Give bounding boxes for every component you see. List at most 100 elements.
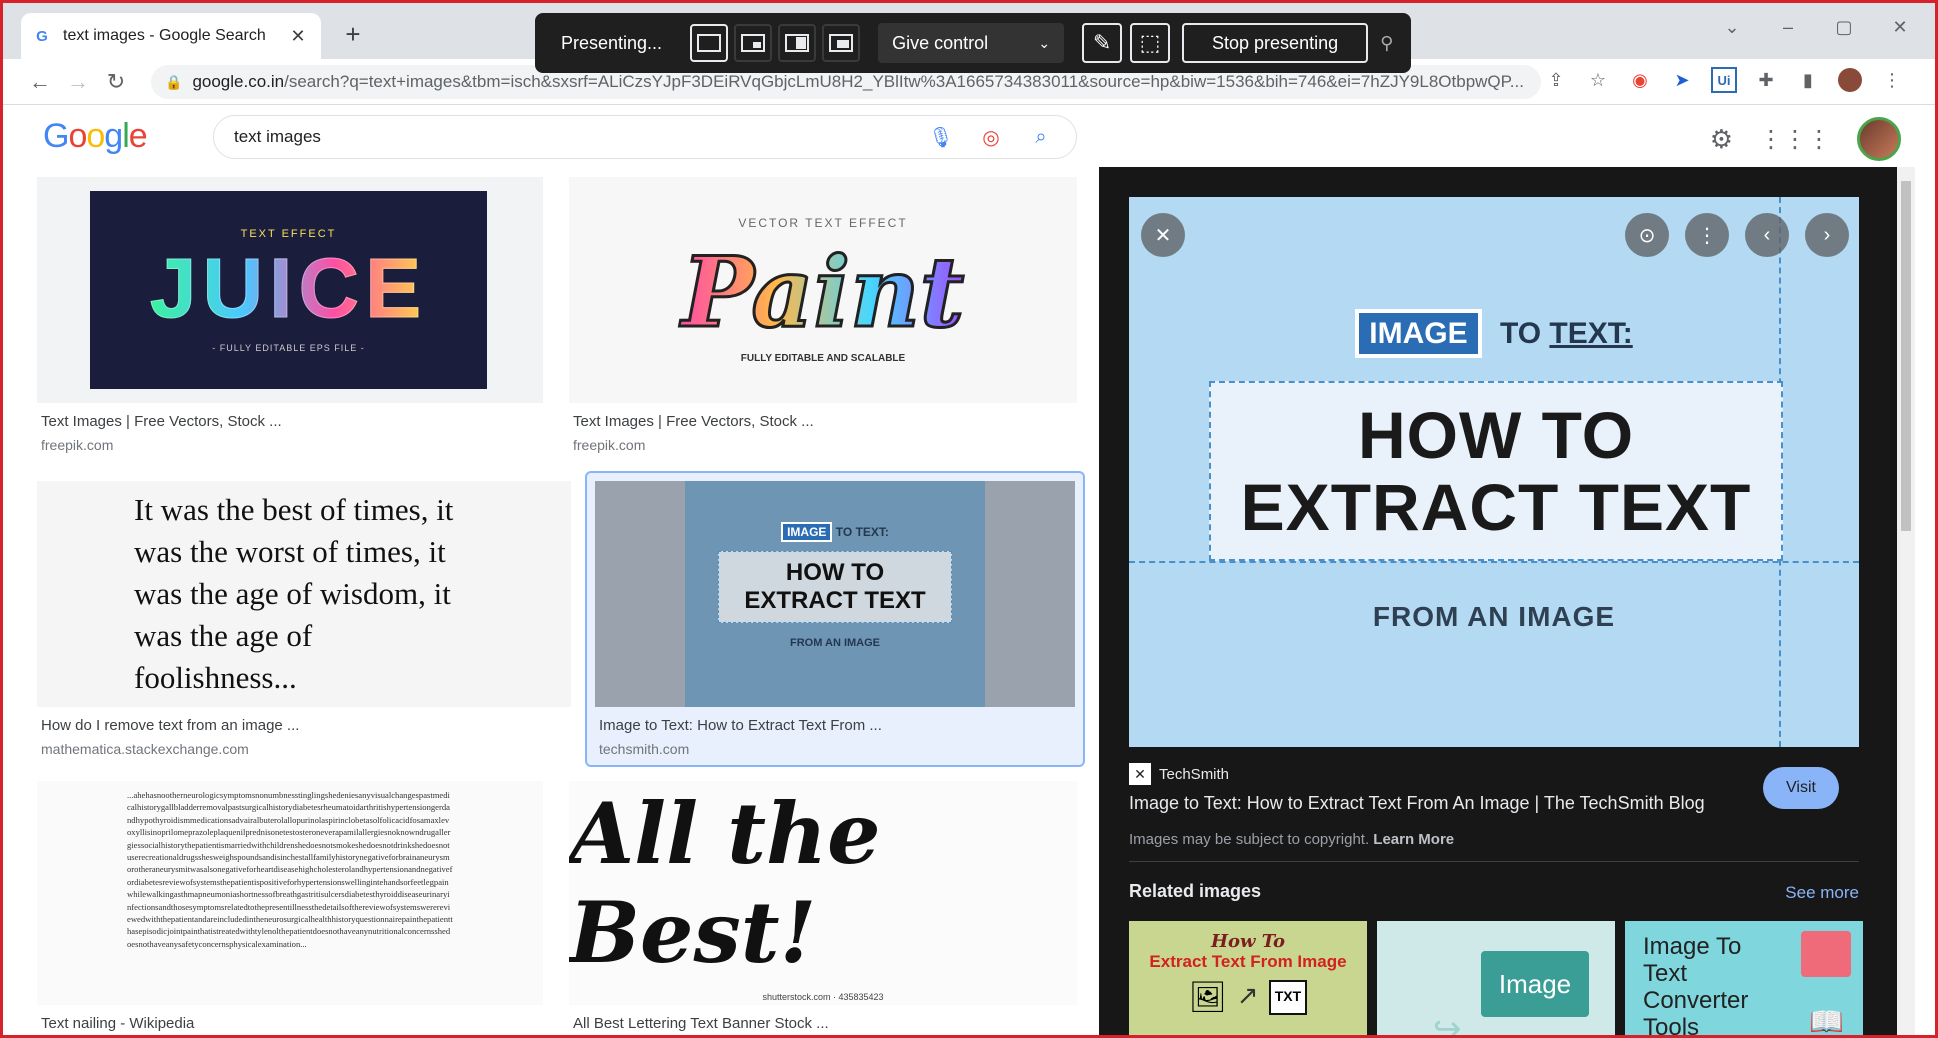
browser-menu-icon[interactable]: ⋮ bbox=[1879, 67, 1905, 93]
result-source[interactable]: mathematica.stackexchange.com bbox=[41, 741, 249, 757]
related-line-1: How To bbox=[1210, 931, 1286, 952]
stop-cursor-share-icon[interactable]: ⬚ bbox=[1130, 23, 1171, 63]
search-box[interactable]: text images 🎙 ◎ ⌕ bbox=[213, 115, 1077, 159]
layout-side-icon[interactable] bbox=[778, 24, 817, 62]
picture-icon bbox=[1801, 931, 1851, 977]
result-thumbnail[interactable]: IMAGE TO TEXT: HOW TO EXTRACT TEXT FROM … bbox=[595, 481, 1075, 707]
book-icon: 📖 bbox=[1809, 1006, 1844, 1037]
result-card[interactable]: TEXT EFFECT JUICE - FULLY EDITABLE EPS F… bbox=[37, 177, 543, 453]
google-logo[interactable]: Google bbox=[43, 117, 148, 156]
annotate-pen-icon[interactable]: ✎ bbox=[1082, 23, 1123, 63]
lens-icon[interactable]: ⊙ bbox=[1625, 213, 1669, 257]
preview-title[interactable]: Image to Text: How to Extract Text From … bbox=[1129, 793, 1705, 814]
close-icon[interactable]: ✕ bbox=[1141, 213, 1185, 257]
result-source[interactable]: freepik.com bbox=[573, 437, 645, 453]
extension-power-automate-icon[interactable]: ➤ bbox=[1669, 67, 1695, 93]
result-card[interactable]: VECTOR TEXT EFFECT Paint FULLY EDITABLE … bbox=[569, 177, 1077, 453]
techsmith-logo-icon: ✕ bbox=[1129, 763, 1151, 785]
result-title[interactable]: Text Images | Free Vectors, Stock ... bbox=[41, 413, 282, 430]
result-title[interactable]: How do I remove text from an image ... bbox=[41, 717, 299, 734]
layout-split-icon[interactable] bbox=[822, 24, 861, 62]
stop-presenting-button[interactable]: Stop presenting bbox=[1182, 23, 1369, 63]
related-image[interactable]: Image ↪ bbox=[1377, 921, 1615, 1038]
give-control-dropdown[interactable]: Give control ⌄ bbox=[878, 23, 1065, 63]
preview-image[interactable]: IMAGE TO TEXT: HOW TO EXTRACT TEXT FROM … bbox=[1129, 197, 1859, 747]
chevron-down-icon: ⌄ bbox=[1038, 34, 1051, 51]
picture-icon: 🖼 bbox=[1188, 981, 1227, 1014]
account-avatar[interactable] bbox=[1857, 117, 1901, 161]
result-card[interactable]: It was the best of times, it was the wor… bbox=[37, 481, 571, 757]
share-icon[interactable]: ⇪ bbox=[1543, 67, 1569, 93]
result-title[interactable]: All Best Lettering Text Banner Stock ... bbox=[573, 1015, 829, 1032]
profile-avatar-icon[interactable] bbox=[1837, 67, 1863, 93]
all-the-best-image: All the Best! shutterstock.com · 4358354… bbox=[569, 781, 1077, 1005]
image-caption-small: VECTOR TEXT EFFECT bbox=[738, 216, 908, 230]
extensions-puzzle-icon[interactable]: ✚ bbox=[1753, 67, 1779, 93]
pin-icon[interactable]: ⚲ bbox=[1380, 33, 1393, 54]
bookmark-star-icon[interactable]: ☆ bbox=[1585, 67, 1611, 93]
result-thumbnail[interactable]: ...ahehasnootherneurologicsymptomsnonumb… bbox=[37, 781, 543, 1005]
presenting-label: Presenting... bbox=[561, 32, 663, 53]
tab-search-icon[interactable]: ⌄ bbox=[1717, 17, 1747, 38]
result-thumbnail[interactable]: All the Best! shutterstock.com · 4358354… bbox=[569, 781, 1077, 1005]
layout-pip-icon[interactable] bbox=[734, 24, 773, 62]
result-title[interactable]: Image to Text: How to Extract Text From … bbox=[599, 717, 882, 734]
panel-scrollbar[interactable] bbox=[1897, 167, 1915, 1035]
maximize-icon[interactable]: ▢ bbox=[1829, 17, 1859, 38]
related-image-label: Image bbox=[1481, 951, 1589, 1017]
apps-grid-icon[interactable]: ⋮⋮⋮ bbox=[1759, 125, 1831, 154]
search-icon[interactable]: ⌕ bbox=[1026, 122, 1056, 152]
back-icon[interactable]: ← bbox=[21, 69, 59, 95]
preview-to: TO bbox=[1499, 317, 1542, 350]
source-row[interactable]: ✕ TechSmith bbox=[1129, 763, 1229, 785]
google-favicon-icon: G bbox=[36, 27, 48, 45]
arrow-icon: ↪ bbox=[1433, 1010, 1462, 1038]
result-thumbnail[interactable]: It was the best of times, it was the wor… bbox=[37, 481, 571, 707]
forward-icon[interactable]: → bbox=[59, 69, 97, 95]
header-right: ⚙ ⋮⋮⋮ bbox=[1710, 117, 1901, 161]
result-source[interactable]: techsmith.com bbox=[599, 741, 689, 757]
learn-more-link[interactable]: Learn More bbox=[1373, 831, 1454, 848]
thumb-panel: IMAGE TO TEXT: HOW TO EXTRACT TEXT FROM … bbox=[685, 481, 985, 707]
voice-search-icon[interactable]: 🎙 bbox=[926, 122, 956, 152]
settings-gear-icon[interactable]: ⚙ bbox=[1710, 124, 1733, 155]
related-image[interactable]: How To Extract Text From Image 🖼 ↗ TXT bbox=[1129, 921, 1367, 1035]
result-title[interactable]: Text nailing - Wikipedia bbox=[41, 1015, 194, 1032]
next-icon[interactable]: › bbox=[1805, 213, 1849, 257]
extension-chrome-new-icon[interactable]: ◉ bbox=[1627, 67, 1653, 93]
panel-scroll-thumb[interactable] bbox=[1901, 181, 1911, 531]
visit-button[interactable]: Visit bbox=[1763, 767, 1839, 809]
result-card[interactable]: ...ahehasnootherneurologicsymptomsnonumb… bbox=[37, 781, 543, 1035]
result-title[interactable]: Text Images | Free Vectors, Stock ... bbox=[573, 413, 814, 430]
related-image[interactable]: Image To Text Converter Tools 📖 bbox=[1625, 921, 1863, 1037]
extension-ui-icon[interactable]: Ui bbox=[1711, 67, 1737, 93]
result-card[interactable]: All the Best! shutterstock.com · 4358354… bbox=[569, 781, 1077, 1035]
side-panel-icon[interactable]: ▮ bbox=[1795, 67, 1821, 93]
result-source[interactable]: freepik.com bbox=[41, 437, 113, 453]
image-caption-big: Paint bbox=[680, 235, 965, 351]
reload-icon[interactable]: ↻ bbox=[97, 69, 135, 95]
lock-icon[interactable]: 🔒 bbox=[165, 74, 182, 91]
image-caption-foot: shutterstock.com · 435835423 bbox=[762, 992, 884, 1002]
lens-search-icon[interactable]: ◎ bbox=[976, 122, 1006, 152]
url-host: google.co.in bbox=[192, 72, 285, 91]
previous-icon[interactable]: ‹ bbox=[1745, 213, 1789, 257]
result-thumbnail[interactable]: VECTOR TEXT EFFECT Paint FULLY EDITABLE … bbox=[569, 177, 1077, 403]
presenting-bar: Presenting... Give control ⌄ ✎ ⬚ Stop pr… bbox=[535, 13, 1411, 73]
layout-full-icon[interactable] bbox=[690, 24, 729, 62]
logo-letter: o bbox=[86, 117, 105, 155]
close-window-icon[interactable]: ✕ bbox=[1885, 17, 1915, 38]
result-card-selected[interactable]: IMAGE TO TEXT: HOW TO EXTRACT TEXT FROM … bbox=[585, 471, 1085, 767]
minimize-icon[interactable]: – bbox=[1773, 17, 1803, 38]
result-thumbnail[interactable]: TEXT EFFECT JUICE - FULLY EDITABLE EPS F… bbox=[37, 177, 543, 403]
tab-google-search[interactable]: G text images - Google Search ✕ bbox=[21, 13, 321, 59]
more-options-icon[interactable]: ⋮ bbox=[1685, 213, 1729, 257]
see-more-link[interactable]: See more bbox=[1785, 883, 1859, 903]
search-input[interactable]: text images bbox=[234, 127, 906, 147]
juice-image: TEXT EFFECT JUICE - FULLY EDITABLE EPS F… bbox=[90, 191, 487, 389]
url-path: /search?q=text+images&tbm=isch&sxsrf=ALi… bbox=[284, 72, 1524, 91]
screen-frame: G text images - Google Search ✕ + ⌄ – ▢ … bbox=[0, 0, 1938, 1038]
thumb-from: FROM AN IMAGE bbox=[789, 637, 881, 649]
new-tab-button[interactable]: + bbox=[337, 19, 369, 50]
tab-close-icon[interactable]: ✕ bbox=[287, 26, 309, 47]
